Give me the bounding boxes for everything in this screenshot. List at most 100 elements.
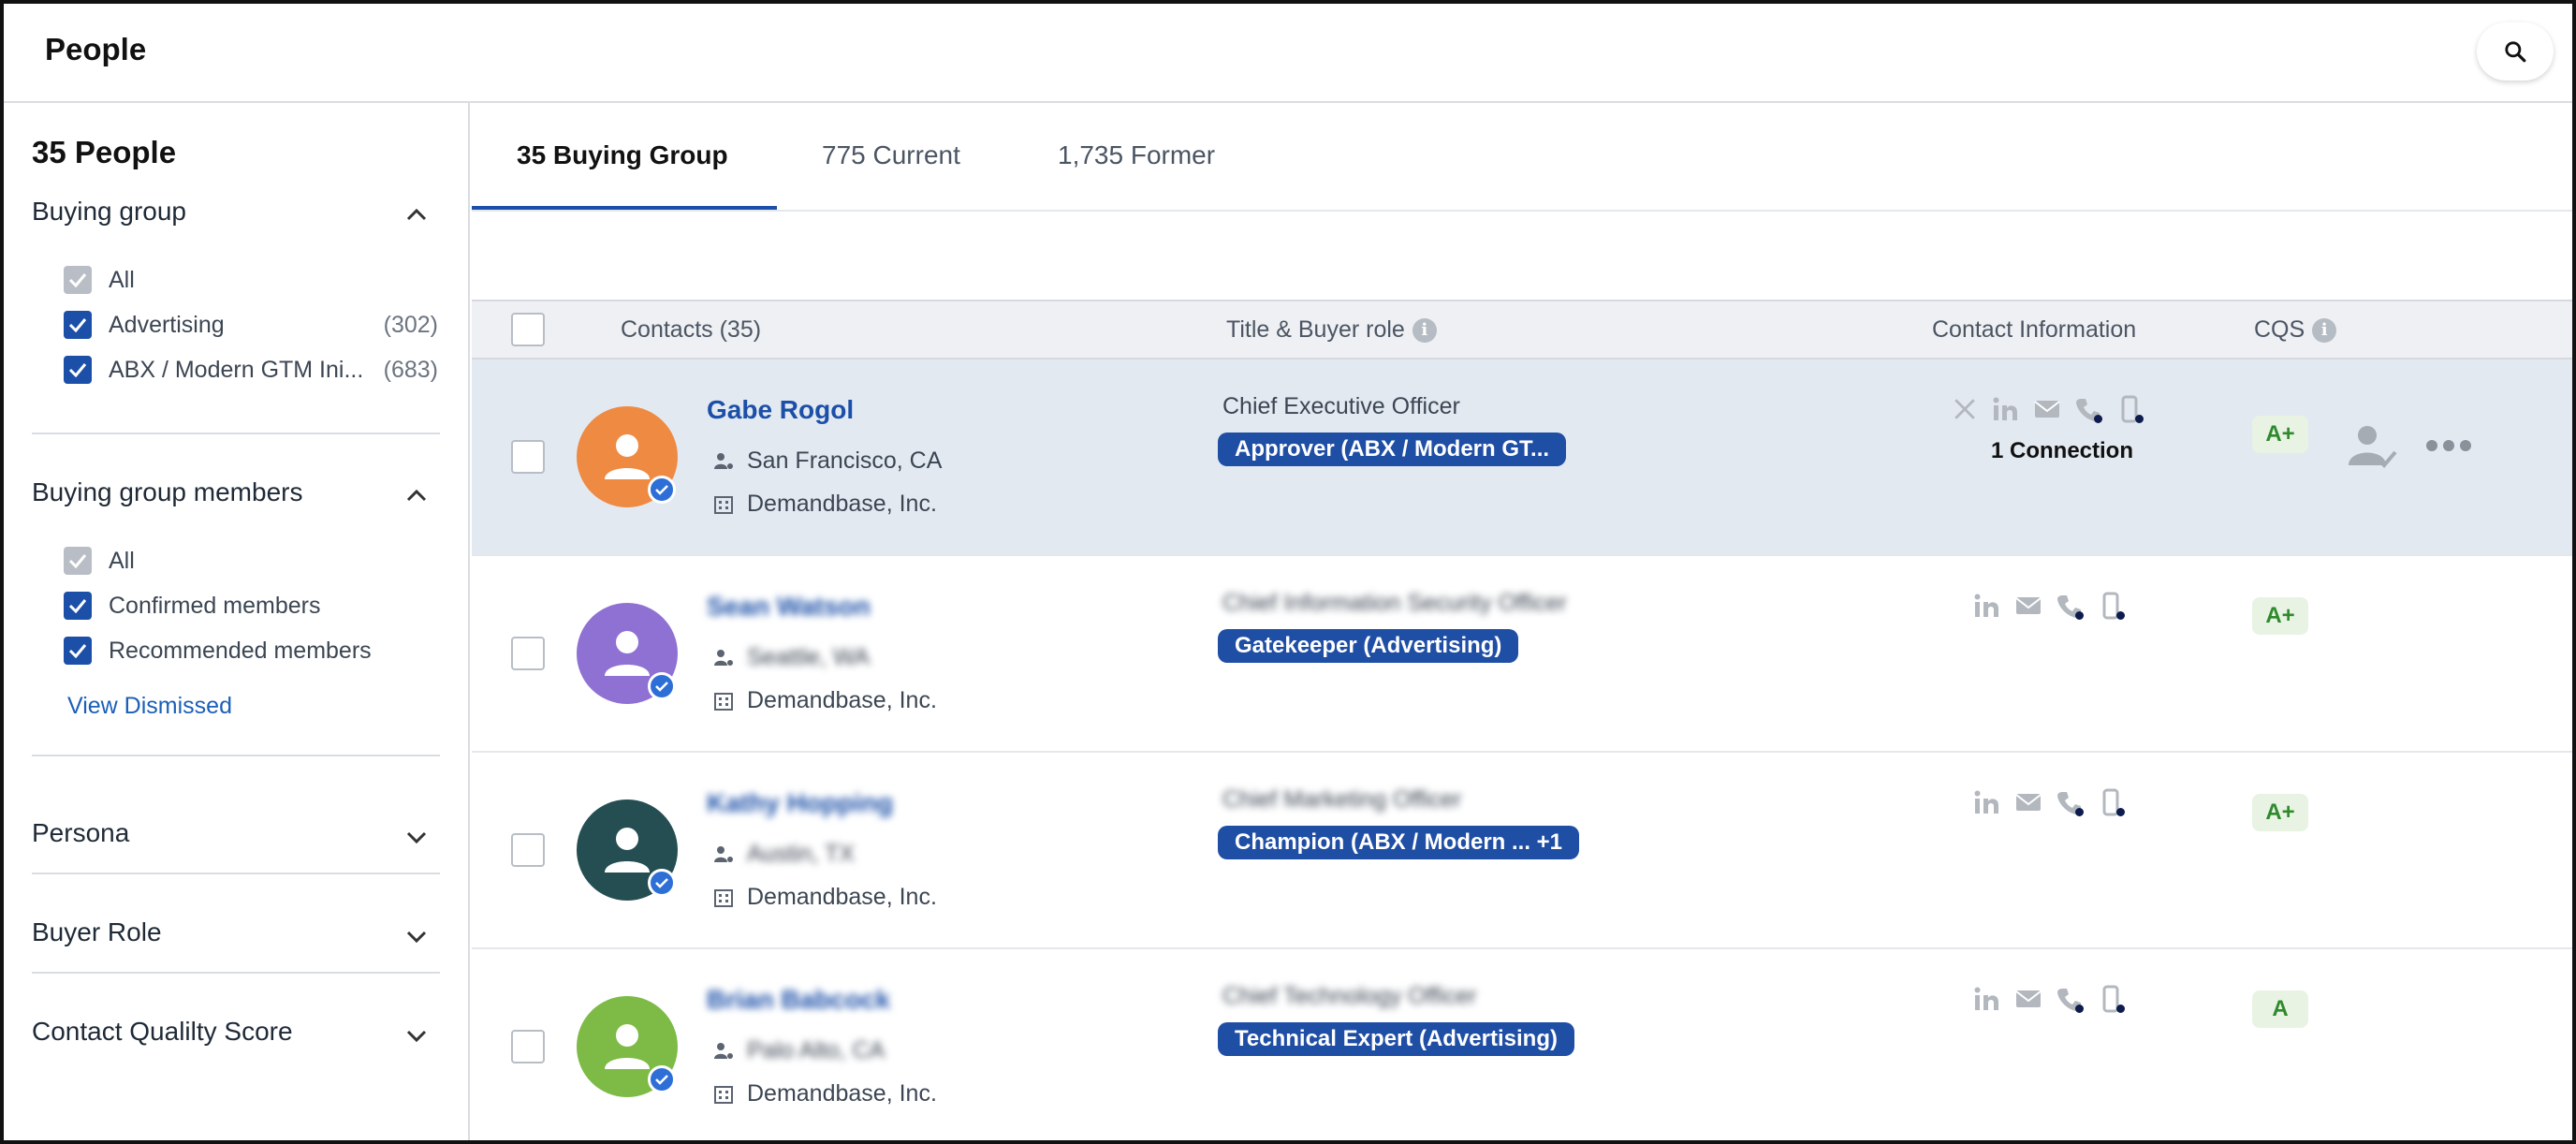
phone-icon[interactable] xyxy=(2054,983,2086,1015)
building-icon xyxy=(711,1082,736,1107)
tab-current[interactable]: 775 Current xyxy=(822,140,960,170)
contact-company: Demandbase, Inc. xyxy=(711,1080,937,1107)
buying-group-all[interactable]: All xyxy=(64,264,438,296)
column-contacts[interactable]: Contacts (35) xyxy=(621,316,761,344)
contact-location: Austin, TX xyxy=(711,841,855,868)
buying-group-title[interactable]: Buying group xyxy=(32,197,186,227)
row-checkbox[interactable] xyxy=(511,1030,545,1063)
avatar xyxy=(577,799,678,901)
info-icon[interactable]: i xyxy=(2312,317,2337,343)
verified-badge-icon xyxy=(648,476,676,504)
company-text: Demandbase, Inc. xyxy=(747,491,937,517)
mobile-icon[interactable] xyxy=(2095,590,2127,622)
person-icon xyxy=(605,434,650,479)
count-label: (302) xyxy=(383,311,438,338)
chevron-down-icon[interactable] xyxy=(402,923,431,951)
email-icon[interactable] xyxy=(2012,983,2044,1015)
linkedin-icon[interactable] xyxy=(1971,786,2003,818)
location-person-icon xyxy=(711,1039,736,1063)
location-text: Seattle, WA xyxy=(747,644,871,670)
search-button[interactable] xyxy=(2477,22,2554,81)
buying-group-abx[interactable]: ABX / Modern GTM Ini... (683) xyxy=(64,354,438,386)
cqs-badge: A xyxy=(2252,990,2308,1028)
column-contact-info: Contact Information xyxy=(1932,316,2137,343)
email-icon[interactable] xyxy=(2012,590,2044,622)
row-checkbox[interactable] xyxy=(511,440,545,474)
checkbox[interactable] xyxy=(64,592,92,620)
info-icon[interactable]: i xyxy=(1412,317,1437,343)
job-title: Chief Executive Officer xyxy=(1222,393,1460,419)
chevron-down-icon[interactable] xyxy=(402,824,431,852)
members-confirmed[interactable]: Confirmed members xyxy=(64,590,438,622)
person-check-icon[interactable] xyxy=(2344,421,2402,472)
members-all[interactable]: All xyxy=(64,545,438,577)
buyer-role-pill[interactable]: Champion (ABX / Modern ... +1 xyxy=(1218,826,1580,859)
location-text: Palo Alto, CA xyxy=(747,1037,886,1063)
active-tab-indicator xyxy=(472,206,777,210)
people-count: 35 People xyxy=(32,135,177,169)
chevron-up-icon[interactable] xyxy=(402,481,431,509)
linkedin-icon[interactable] xyxy=(1971,983,2003,1015)
phone-icon[interactable] xyxy=(2072,393,2104,425)
checkbox[interactable] xyxy=(64,637,92,665)
contact-company: Demandbase, Inc. xyxy=(711,687,937,714)
buyer-role-pill[interactable]: Approver (ABX / Modern GT... xyxy=(1218,433,1567,466)
contact-name-link[interactable]: Sean Watson xyxy=(707,592,871,622)
contact-name-link[interactable]: Brian Babcock xyxy=(707,985,890,1015)
phone-icon[interactable] xyxy=(2054,590,2086,622)
checkbox[interactable] xyxy=(64,356,92,384)
location-person-icon xyxy=(711,646,736,670)
company-text: Demandbase, Inc. xyxy=(747,884,937,910)
chevron-down-icon[interactable] xyxy=(402,1022,431,1050)
contact-name-link[interactable]: Gabe Rogol xyxy=(707,395,854,425)
checkbox[interactable] xyxy=(64,311,92,339)
linkedin-icon[interactable] xyxy=(1990,393,2022,425)
table-row[interactable]: Kathy Hopping Austin, TX Demandbase, Inc… xyxy=(472,753,2572,949)
table-row[interactable]: Brian Babcock Palo Alto, CA Demandbase, … xyxy=(472,949,2572,1140)
contact-name-link[interactable]: Kathy Hopping xyxy=(707,788,893,818)
mobile-icon[interactable] xyxy=(2095,786,2127,818)
checkbox[interactable] xyxy=(64,547,92,575)
chevron-up-icon[interactable] xyxy=(402,200,431,228)
members-recommended[interactable]: Recommended members xyxy=(64,635,438,667)
connection-count[interactable]: 1 Connection xyxy=(1991,438,2133,464)
column-cqs[interactable]: CQS i xyxy=(2254,316,2337,344)
tab-buying-group[interactable]: 35 Buying Group xyxy=(517,140,728,170)
buyer-role-section[interactable]: Buyer Role xyxy=(32,917,162,947)
email-icon[interactable] xyxy=(2031,393,2063,425)
contact-quality-score-section[interactable]: Contact Qualilty Score xyxy=(32,1017,293,1047)
buying-group-advertising[interactable]: Advertising (302) xyxy=(64,309,438,341)
mobile-icon[interactable] xyxy=(2095,983,2127,1015)
mobile-icon[interactable] xyxy=(2114,393,2145,425)
contact-company: Demandbase, Inc. xyxy=(711,491,937,518)
app-window: People 35 People Buying group All Advert… xyxy=(0,0,2576,1144)
linkedin-icon[interactable] xyxy=(1971,590,2003,622)
buyer-role-pill[interactable]: Gatekeeper (Advertising) xyxy=(1218,629,1519,663)
table-header: Contacts (35) Title & Buyer role i Conta… xyxy=(472,300,2572,359)
email-icon[interactable] xyxy=(2012,786,2044,818)
x-twitter-icon[interactable] xyxy=(1949,393,1981,425)
person-icon xyxy=(605,828,650,873)
contact-info-icons xyxy=(1971,590,2127,622)
location-text: Austin, TX xyxy=(747,841,855,867)
person-icon xyxy=(605,1024,650,1069)
job-title: Chief Information Security Officer xyxy=(1222,590,1567,616)
search-icon xyxy=(2505,41,2526,63)
select-all-checkbox[interactable] xyxy=(511,313,545,346)
building-icon xyxy=(711,886,736,910)
verified-badge-icon xyxy=(648,869,676,897)
column-title-role[interactable]: Title & Buyer role i xyxy=(1226,316,1437,344)
tab-former[interactable]: 1,735 Former xyxy=(1058,140,1215,170)
table-row[interactable]: Sean Watson Seattle, WA Demandbase, Inc.… xyxy=(472,556,2572,753)
row-checkbox[interactable] xyxy=(511,637,545,670)
table-row[interactable]: Gabe Rogol San Francisco, CA Demandbase,… xyxy=(472,359,2572,556)
buyer-role-pill[interactable]: Technical Expert (Advertising) xyxy=(1218,1022,1574,1056)
buying-group-members-title[interactable]: Buying group members xyxy=(32,477,302,507)
phone-icon[interactable] xyxy=(2054,786,2086,818)
persona-section[interactable]: Persona xyxy=(32,818,129,848)
divider xyxy=(32,433,440,434)
view-dismissed-link[interactable]: View Dismissed xyxy=(67,693,232,720)
row-checkbox[interactable] xyxy=(511,833,545,867)
more-options-icon[interactable] xyxy=(2421,427,2477,464)
checkbox[interactable] xyxy=(64,266,92,294)
